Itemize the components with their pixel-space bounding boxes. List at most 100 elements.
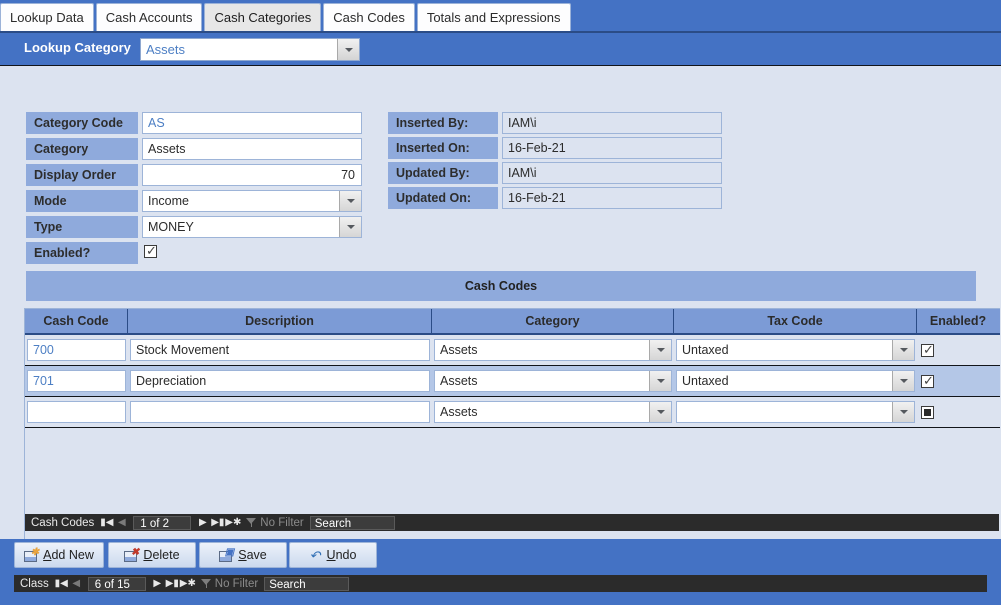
cell-cash-code[interactable]: 700 <box>25 335 128 365</box>
field-display-order[interactable]: 70 <box>142 164 362 186</box>
label-enabled: Enabled? <box>26 242 138 264</box>
cell-tax-code[interactable]: Untaxed <box>674 335 917 365</box>
cell-cash-code[interactable] <box>25 397 128 427</box>
cell-category[interactable]: Assets <box>432 366 674 396</box>
cell-category[interactable]: Assets <box>432 335 674 365</box>
field-mode-value: Income <box>148 194 189 208</box>
nav-next-icon[interactable]: ▶ <box>150 578 165 589</box>
tab-cash-accounts[interactable]: Cash Accounts <box>95 3 203 31</box>
undo-button[interactable]: ↶ Undo <box>289 542 377 568</box>
filter-icon <box>200 578 212 589</box>
checkbox-enabled[interactable]: ✓ <box>144 244 157 258</box>
nav-prev-icon[interactable]: ◀ <box>114 517 129 528</box>
field-type[interactable]: MONEY <box>142 216 362 238</box>
cell-tax-code[interactable] <box>674 397 917 427</box>
field-inserted-by: IAM\i <box>502 112 722 134</box>
undo-label: ndo <box>335 548 357 562</box>
field-category[interactable]: Assets <box>142 138 362 160</box>
subform-nav-position[interactable]: 1 of 2 <box>133 515 192 530</box>
column-header-cash-code[interactable]: Cash Code <box>25 309 128 333</box>
tab-cash-codes[interactable]: Cash Codes <box>323 3 415 31</box>
tab-lookup-data[interactable]: Lookup Data <box>0 3 94 31</box>
cell-enabled[interactable] <box>917 397 999 427</box>
cell-tax-code[interactable]: Untaxed <box>674 366 917 396</box>
cell-cash-code[interactable]: 701 <box>25 366 128 396</box>
nav-new-record-icon[interactable]: ▶✱ <box>225 517 241 528</box>
cell-category-value: Assets <box>440 405 478 419</box>
lookup-category-combo[interactable]: Assets <box>140 38 360 61</box>
cell-category-value: Assets <box>440 343 478 357</box>
field-type-value: MONEY <box>148 220 194 234</box>
cell-description[interactable] <box>128 397 432 427</box>
nav-next-icon[interactable]: ▶ <box>195 517 210 528</box>
command-button-bar: ✱ Add New ✖ Delete ▣ Save ↶ Undo <box>0 539 1001 572</box>
cell-description[interactable]: Depreciation <box>128 366 432 396</box>
column-header-tax-code[interactable]: Tax Code <box>674 309 917 333</box>
main-filter-status[interactable]: No Filter <box>200 577 259 590</box>
subform-filter-status[interactable]: No Filter <box>246 516 304 529</box>
undo-icon: ↶ <box>309 547 321 563</box>
chevron-down-icon[interactable] <box>892 402 914 422</box>
save-key: S <box>238 548 247 562</box>
table-row-new[interactable]: Assets <box>25 397 1000 428</box>
checkbox-row-enabled[interactable] <box>921 405 934 419</box>
label-display-order: Display Order <box>26 164 138 186</box>
add-new-button[interactable]: ✱ Add New <box>14 542 104 568</box>
tab-cash-categories[interactable]: Cash Categories <box>204 3 322 31</box>
label-inserted-on: Inserted On: <box>388 137 498 159</box>
cell-enabled[interactable]: ✓ <box>917 366 999 396</box>
field-category-code[interactable]: AS <box>142 112 362 134</box>
nav-last-icon[interactable]: ▶▮ <box>210 517 225 528</box>
checkbox-row-enabled[interactable]: ✓ <box>921 374 934 388</box>
main-nav-label: Class <box>20 577 49 590</box>
chevron-down-icon[interactable] <box>649 340 671 360</box>
chevron-down-icon[interactable] <box>892 340 914 360</box>
field-mode[interactable]: Income <box>142 190 362 212</box>
chevron-down-icon[interactable] <box>339 217 361 237</box>
checkbox-row-enabled[interactable]: ✓ <box>921 343 934 357</box>
save-icon: ▣ <box>219 547 234 562</box>
cell-tax-code-value: Untaxed <box>682 374 729 388</box>
bottom-status-strip: Class ▮◀ ◀ 6 of 15 ▶ ▶▮ ▶✱ No Filter Sea… <box>0 572 1001 605</box>
column-header-category[interactable]: Category <box>432 309 674 333</box>
chevron-down-icon[interactable] <box>649 371 671 391</box>
delete-button[interactable]: ✖ Delete <box>108 542 196 568</box>
column-header-description[interactable]: Description <box>128 309 432 333</box>
save-label: ave <box>246 548 267 562</box>
save-button[interactable]: ▣ Save <box>199 542 287 568</box>
chevron-down-icon[interactable] <box>337 39 359 60</box>
filter-icon <box>246 517 257 528</box>
chevron-down-icon[interactable] <box>339 191 361 211</box>
main-search-input[interactable]: Search <box>264 576 350 591</box>
main-filter-label: No Filter <box>214 577 259 590</box>
chevron-down-icon[interactable] <box>892 371 914 391</box>
nav-first-icon[interactable]: ▮◀ <box>54 578 69 589</box>
table-row[interactable]: 701 Depreciation Assets Untaxed ✓ <box>25 366 1000 397</box>
nav-first-icon[interactable]: ▮◀ <box>99 517 114 528</box>
chevron-down-icon[interactable] <box>649 402 671 422</box>
datasheet-header-row: Cash Code Description Category Tax Code … <box>25 309 1000 335</box>
cell-category[interactable]: Assets <box>432 397 674 427</box>
subform-banner-title: Cash Codes <box>464 279 538 293</box>
nav-prev-icon[interactable]: ◀ <box>69 578 84 589</box>
tab-totals-and-expressions[interactable]: Totals and Expressions <box>416 3 571 31</box>
column-header-enabled[interactable]: Enabled? <box>917 309 999 333</box>
cell-enabled[interactable]: ✓ <box>917 335 999 365</box>
cell-description[interactable]: Stock Movement <box>128 335 432 365</box>
access-form-window: Lookup Data Cash Accounts Cash Categorie… <box>0 0 1001 605</box>
nav-new-record-icon[interactable]: ▶✱ <box>180 578 196 589</box>
cell-cash-code-value: 701 <box>33 374 54 388</box>
main-nav-position[interactable]: 6 of 15 <box>87 576 146 591</box>
subform-banner: Cash Codes <box>26 271 976 301</box>
lookup-category-value: Assets <box>146 42 186 57</box>
nav-last-icon[interactable]: ▶▮ <box>165 578 180 589</box>
subform-search-input[interactable]: Search <box>309 515 395 530</box>
table-row[interactable]: 700 Stock Movement Assets Untaxed ✓ <box>25 335 1000 366</box>
subform-filter-label: No Filter <box>260 516 304 529</box>
label-category: Category <box>26 138 138 160</box>
undo-key: U <box>326 548 336 562</box>
add-new-icon: ✱ <box>24 547 39 562</box>
form-panel: Lookup Category Assets Category Code AS … <box>0 31 1001 569</box>
field-updated-on: 16-Feb-21 <box>502 187 722 209</box>
label-mode: Mode <box>26 190 138 212</box>
